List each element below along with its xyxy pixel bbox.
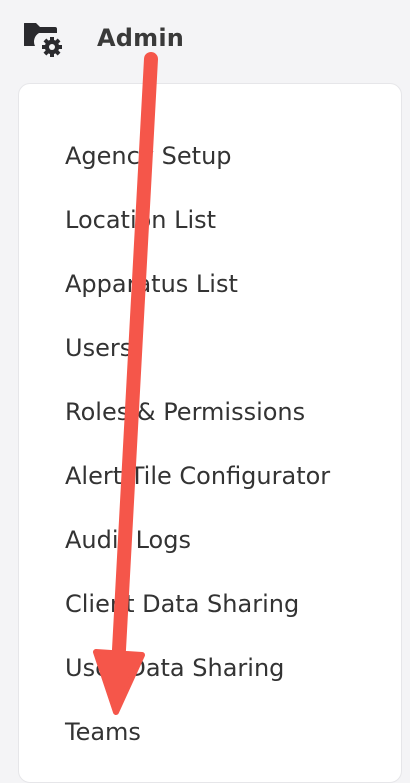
admin-menu-list: Agency Setup Location List Apparatus Lis…: [65, 138, 330, 778]
menu-item-roles-permissions[interactable]: Roles & Permissions: [65, 394, 330, 458]
menu-item-location-list[interactable]: Location List: [65, 202, 330, 266]
menu-item-audit-logs[interactable]: Audit Logs: [65, 522, 330, 586]
menu-item-agency-setup[interactable]: Agency Setup: [65, 138, 330, 202]
menu-item-apparatus-list[interactable]: Apparatus List: [65, 266, 330, 330]
admin-menu-card: Agency Setup Location List Apparatus Lis…: [18, 83, 402, 783]
page-title: Admin: [97, 24, 185, 52]
menu-item-teams[interactable]: Teams: [65, 714, 330, 778]
folder-gear-icon: [23, 18, 64, 58]
menu-item-alert-tile-configurator[interactable]: Alert Tile Configurator: [65, 458, 330, 522]
menu-item-client-data-sharing[interactable]: Client Data Sharing: [65, 586, 330, 650]
menu-item-users[interactable]: Users: [65, 330, 330, 394]
admin-header: Admin: [23, 16, 185, 60]
menu-item-user-data-sharing[interactable]: User Data Sharing: [65, 650, 330, 714]
